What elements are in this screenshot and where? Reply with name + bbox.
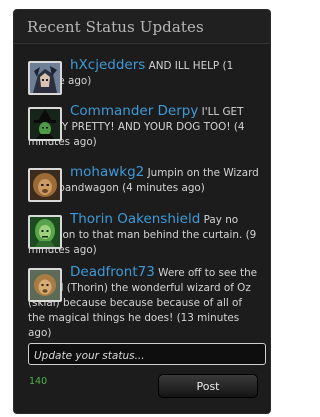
status-composer[interactable] [28,343,266,366]
user-avatar[interactable] [28,61,62,95]
status-username[interactable]: Thorin Oakenshield [70,211,200,227]
status-input[interactable] [29,346,265,366]
witch-avatar-icon [30,109,60,139]
user-avatar[interactable] [28,215,62,249]
status-username[interactable]: Commander Derpy [70,103,198,119]
anime-character-avatar-icon [30,63,60,93]
status-item: Deadfront73 Were off to see the Wizard (… [28,265,262,341]
status-item: Commander Derpy I'LL GET YOU MY PRETTY! … [28,104,262,150]
status-username[interactable]: hXcjedders [70,57,145,73]
status-updates-widget: Recent Status Updates hXcjedders AND ILL… [13,9,271,414]
status-item: hXcjedders AND ILL HELP (1 minute ago) [28,57,262,95]
status-username[interactable]: Deadfront73 [70,264,155,280]
widget-title: Recent Status Updates [27,17,204,36]
user-avatar[interactable] [28,107,62,141]
character-counter: 140 [29,376,48,387]
widget-header: Recent Status Updates [14,10,270,44]
user-avatar[interactable] [28,268,62,302]
wizard-of-oz-avatar-icon [30,217,60,247]
lion-avatar-icon [30,270,60,300]
post-button[interactable]: Post [158,374,258,398]
cowardly-lion-avatar-icon [30,170,60,200]
status-item: Thorin Oakenshield Pay no attention to t… [28,212,262,258]
status-username[interactable]: mohawkg2 [70,164,144,180]
status-item: mohawkg2 Jumpin on the Wizard of Oz band… [28,164,262,202]
user-avatar[interactable] [28,168,62,202]
status-message: AND ILL HELP [148,60,220,72]
status-timestamp: (4 minutes ago) [122,182,205,194]
